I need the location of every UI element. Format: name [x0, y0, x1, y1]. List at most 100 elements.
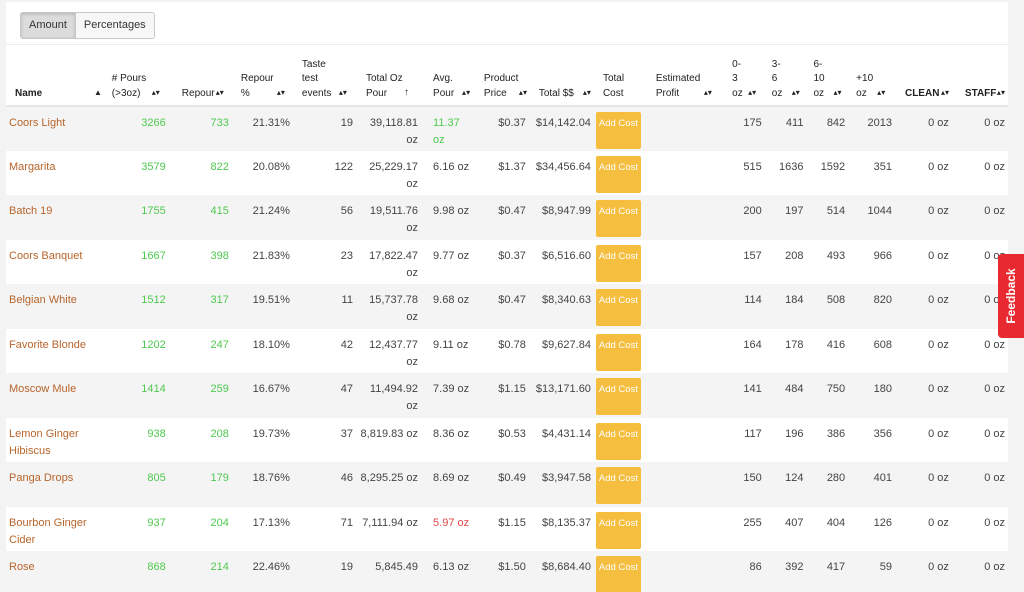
pours-count: 805	[111, 462, 171, 507]
percentages-toggle-button[interactable]: Percentages	[75, 13, 154, 38]
column-header-name[interactable]: Name ▲︎	[6, 54, 112, 107]
total-oz-pour: 17,822.47 oz	[369, 249, 419, 279]
count-3-6-oz: 184	[763, 284, 806, 329]
clean-oz: 0 oz	[894, 195, 952, 240]
product-name-link[interactable]: Coors Light	[6, 106, 112, 151]
column-header-estimated-profit[interactable]: Estimated Profit ▴▾	[647, 54, 727, 107]
count-10-plus-oz: 351	[873, 160, 892, 173]
add-cost-button[interactable]: Add Cost	[595, 155, 641, 193]
add-cost-button[interactable]: Add Cost	[595, 511, 641, 549]
column-header-total-dollars[interactable]: Total $$ ▴▾	[529, 54, 596, 107]
add-cost-button[interactable]: Add Cost	[595, 556, 641, 592]
add-cost-button[interactable]: Add Cost	[595, 112, 641, 149]
column-header-repour[interactable]: Repour ▴▾	[170, 54, 234, 107]
product-name[interactable]: Belgian White	[9, 294, 77, 306]
view-toggle: Amount Percentages	[20, 12, 155, 39]
sort-icon[interactable]: ▴▾	[877, 86, 885, 101]
product-name[interactable]: Lemon Ginger Hibiscus	[9, 428, 79, 457]
product-name[interactable]: Moscow Mule	[9, 383, 76, 395]
product-name-link[interactable]: Favorite Blonde	[6, 329, 112, 374]
column-header-taste-test[interactable]: Taste test events ▴▾	[295, 54, 359, 107]
column-header-clean[interactable]: CLEAN ▴▾	[894, 54, 952, 107]
total-dollars: $4,431.14	[542, 427, 591, 440]
sort-icon[interactable]: ▴▾	[583, 86, 591, 101]
product-name[interactable]: Coors Banquet	[9, 250, 82, 262]
sort-icon[interactable]: ▴▾	[216, 86, 224, 101]
sort-icon[interactable]: ▴▾	[277, 86, 285, 101]
column-header-staff[interactable]: STAFF ▴▾	[951, 54, 1008, 107]
sort-asc-icon[interactable]: ↑	[404, 86, 409, 101]
product-name[interactable]: Batch 19	[9, 205, 52, 217]
product-name[interactable]: Panga Drops	[9, 472, 73, 484]
sort-icon[interactable]: ▴▾	[997, 86, 1005, 101]
sort-icon[interactable]: ▴▾	[462, 86, 470, 101]
sort-icon[interactable]: ▲︎	[94, 86, 102, 101]
product-name-link[interactable]: Lemon Ginger Hibiscus	[6, 418, 112, 463]
count-0-3-oz: 255	[743, 516, 762, 529]
count-0-3-oz: 114	[726, 284, 764, 329]
product-name[interactable]: Favorite Blonde	[9, 339, 86, 351]
sort-icon[interactable]: ▴▾	[941, 86, 949, 101]
sort-icon[interactable]: ▴▾	[833, 86, 841, 101]
product-name-link[interactable]: Bourbon Ginger Cider	[6, 507, 112, 552]
sort-icon[interactable]: ▴▾	[339, 86, 347, 101]
sort-icon[interactable]: ▴▾	[748, 86, 756, 101]
taste-test-count: 19	[295, 106, 359, 151]
product-name-link[interactable]: Rose	[6, 551, 112, 592]
column-header-product-price[interactable]: Product Price ▴▾	[475, 54, 530, 107]
product-name-link[interactable]: Coors Banquet	[6, 240, 112, 285]
estimated-profit	[647, 373, 727, 418]
add-cost-button[interactable]: Add Cost	[595, 422, 641, 460]
column-header-repour-pct[interactable]: Repour % ▴▾	[233, 54, 296, 107]
product-name-link[interactable]: Batch 19	[6, 195, 112, 240]
total-oz-pour: 15,737.78 oz	[358, 284, 425, 329]
add-cost-button[interactable]: Add Cost	[595, 244, 641, 282]
repour-percent: 19.73%	[252, 427, 290, 440]
sort-icon[interactable]: ▴▾	[519, 86, 527, 101]
product-name-link[interactable]: Belgian White	[6, 284, 112, 329]
column-header-total-cost[interactable]: Total Cost	[595, 54, 648, 107]
table-row: Bourbon Ginger Cider 937 204 17.13% 71 7,111.…	[6, 507, 1008, 552]
estimated-profit	[648, 240, 726, 285]
sort-icon[interactable]: ▴▾	[704, 86, 712, 101]
column-header-pours[interactable]: # Pours (>3oz) ▴▾	[111, 54, 171, 107]
sort-icon[interactable]: ▴▾	[152, 86, 160, 101]
product-name-link[interactable]: Panga Drops	[6, 462, 112, 507]
pours-count: 1667	[141, 249, 166, 262]
product-name[interactable]: Margarita	[9, 161, 55, 173]
column-header-6-10-oz[interactable]: 6-10 oz ▴▾	[805, 54, 848, 107]
report-card: Amount Percentages Name ▲︎ # Pours (>3oz)…	[6, 2, 1008, 592]
column-header-10-plus-oz[interactable]: +10 oz ▴▾	[847, 54, 895, 107]
feedback-tab[interactable]: Feedback	[998, 254, 1024, 338]
taste-test-count: 47	[295, 373, 359, 418]
count-6-10-oz: 280	[805, 462, 848, 507]
repour-count: 415	[170, 195, 234, 240]
product-name[interactable]: Rose	[9, 561, 35, 573]
count-0-3-oz: 200	[726, 195, 764, 240]
amount-toggle-button[interactable]: Amount	[21, 13, 76, 38]
column-header-total-oz[interactable]: Total Oz Pour ↑	[358, 54, 425, 107]
pours-count: 3266	[111, 106, 171, 151]
column-header-3-6-oz[interactable]: 3-6 oz ▴▾	[763, 54, 806, 107]
add-cost-button[interactable]: Add Cost	[595, 378, 641, 415]
total-cost-cell: Add Cost	[595, 373, 648, 418]
column-header-0-3-oz[interactable]: 0-3 oz ▴▾	[726, 54, 764, 107]
table-row: Belgian White 1512 317 19.51% 11 15,737.78 oz…	[6, 284, 1008, 329]
add-cost-button[interactable]: Add Cost	[595, 289, 641, 326]
add-cost-button[interactable]: Add Cost	[595, 200, 641, 237]
repour-percent: 18.76%	[233, 462, 296, 507]
clean-oz: 0 oz	[928, 338, 949, 351]
table-body: Coors Light 3266 733 21.31% 19 39,118.81 oz 11…	[6, 106, 1008, 592]
product-name[interactable]: Coors Light	[9, 117, 65, 129]
column-header-avg-pour[interactable]: Avg. Pour ▴▾	[424, 54, 476, 107]
add-cost-button[interactable]: Add Cost	[595, 333, 641, 371]
feedback-label: Feedback	[1004, 268, 1018, 324]
product-name-link[interactable]: Margarita	[6, 151, 112, 196]
total-cost-cell: Add Cost	[595, 507, 648, 552]
product-name[interactable]: Bourbon Ginger Cider	[9, 517, 87, 546]
avg-pour: 6.13 oz	[424, 551, 476, 592]
add-cost-button[interactable]: Add Cost	[595, 467, 641, 504]
sort-icon[interactable]: ▴▾	[792, 86, 800, 101]
count-10-plus-oz: 356	[873, 427, 892, 440]
product-name-link[interactable]: Moscow Mule	[6, 373, 112, 418]
